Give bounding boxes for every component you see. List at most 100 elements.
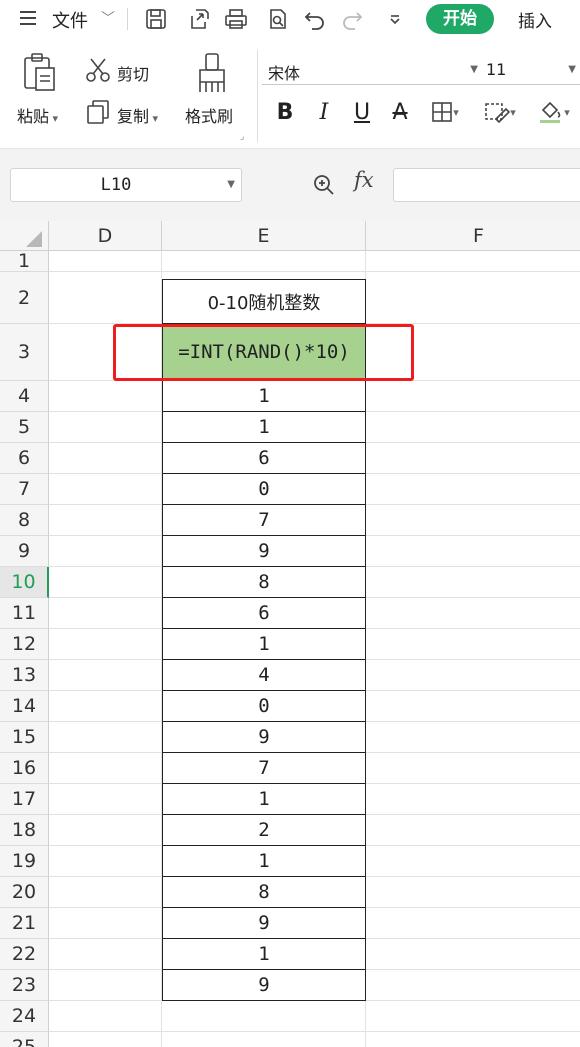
row-header-9[interactable]: 9 xyxy=(0,536,49,567)
row-header-5[interactable]: 5 xyxy=(0,412,49,443)
row-header-2[interactable]: 2 xyxy=(0,272,49,324)
underline-button[interactable]: U xyxy=(350,98,374,126)
table-cell[interactable]: 9 xyxy=(162,536,366,567)
gridline xyxy=(49,271,580,272)
highlight-box xyxy=(113,324,414,381)
strikethrough-button[interactable]: A xyxy=(388,98,412,126)
more-dropdown-icon[interactable] xyxy=(380,4,410,34)
table-cell[interactable]: 4 xyxy=(162,660,366,691)
fx-icon[interactable]: fx xyxy=(354,168,374,192)
fill-color-button[interactable]: ▾ xyxy=(532,98,576,126)
clipboard-group-launcher-icon[interactable]: ⌟ xyxy=(240,132,244,142)
table-cell[interactable]: 0 xyxy=(162,474,366,505)
table-cell[interactable]: 7 xyxy=(162,753,366,784)
row-header-15[interactable]: 15 xyxy=(0,722,49,753)
row-header-1[interactable]: 1 xyxy=(0,250,49,272)
row-header-8[interactable]: 8 xyxy=(0,505,49,536)
table-cell[interactable]: 1 xyxy=(162,629,366,660)
paste-label: 粘贴 xyxy=(17,107,50,126)
cell-e2-header[interactable]: 0-10随机整数 xyxy=(162,279,366,324)
row-header-10[interactable]: 10 xyxy=(0,567,49,598)
row-header-18[interactable]: 18 xyxy=(0,815,49,846)
redo-icon[interactable] xyxy=(337,4,367,34)
bold-button[interactable]: B xyxy=(273,98,297,126)
scissors-icon[interactable] xyxy=(85,57,111,87)
table-cell[interactable]: 8 xyxy=(162,877,366,908)
table-cell[interactable]: 6 xyxy=(162,598,366,629)
row-header-21[interactable]: 21 xyxy=(0,908,49,939)
export-icon[interactable] xyxy=(184,4,214,34)
table-cell[interactable]: 9 xyxy=(162,908,366,939)
table-cell[interactable]: 1 xyxy=(162,412,366,443)
print-preview-icon[interactable] xyxy=(263,4,293,34)
copy-button[interactable]: 复制 ▾ xyxy=(117,103,158,127)
font-name-value: 宋体 xyxy=(268,64,301,83)
table-cell[interactable]: 9 xyxy=(162,970,366,1001)
name-box-value: L10 xyxy=(100,175,132,195)
table-cell[interactable]: 1 xyxy=(162,784,366,815)
table-cell[interactable]: 0 xyxy=(162,691,366,722)
ribbon: 粘贴 ▾ 剪切 复制 ▾ 格式刷 ⌟ 宋体 ▼ 11 ▼ B I U A ▾ ▾… xyxy=(0,40,580,148)
table-cell[interactable]: 1 xyxy=(162,381,366,412)
row-header-17[interactable]: 17 xyxy=(0,784,49,815)
paste-icon[interactable] xyxy=(22,52,58,98)
tab-insert[interactable]: 插入 xyxy=(518,7,552,32)
borders-button[interactable]: ▾ xyxy=(425,98,465,126)
chevron-down-icon: ▾ xyxy=(510,105,516,119)
row-header-6[interactable]: 6 xyxy=(0,443,49,474)
table-cell[interactable]: 8 xyxy=(162,567,366,598)
table-cell[interactable]: 9 xyxy=(162,722,366,753)
column-header-e[interactable]: E xyxy=(162,221,366,251)
tab-start[interactable]: 开始 xyxy=(426,4,494,34)
cell-format-button[interactable]: ▾ xyxy=(478,98,522,126)
table-cell[interactable]: 6 xyxy=(162,443,366,474)
chevron-down-icon[interactable]: ▼ xyxy=(227,179,235,190)
select-all-button[interactable] xyxy=(0,221,49,251)
column-header-f[interactable]: F xyxy=(366,221,580,251)
font-size-value: 11 xyxy=(486,60,507,79)
divider xyxy=(257,50,258,142)
row-header-11[interactable]: 11 xyxy=(0,598,49,629)
table-cell[interactable]: 7 xyxy=(162,505,366,536)
paste-button[interactable]: 粘贴 ▾ xyxy=(17,103,58,127)
italic-button[interactable]: I xyxy=(312,98,336,126)
chevron-down-icon: ▾ xyxy=(453,105,459,119)
formula-input[interactable] xyxy=(393,168,580,202)
row-header-4[interactable]: 4 xyxy=(0,381,49,412)
format-painter-icon[interactable] xyxy=(196,52,228,98)
table-cell[interactable]: 1 xyxy=(162,846,366,877)
row-header-13[interactable]: 13 xyxy=(0,660,49,691)
table-cell[interactable]: 1 xyxy=(162,939,366,970)
spreadsheet-grid: D E F 1 2 3 4 5 6 7 8 9 10 11 12 13 14 1… xyxy=(0,221,580,1047)
row-header-19[interactable]: 19 xyxy=(0,846,49,877)
column-header-d[interactable]: D xyxy=(49,221,162,251)
zoom-icon[interactable] xyxy=(312,173,336,201)
font-name-select[interactable]: 宋体 ▼ xyxy=(262,58,482,85)
copy-icon[interactable] xyxy=(86,99,110,129)
menu-icon[interactable] xyxy=(20,11,36,25)
row-header-3[interactable]: 3 xyxy=(0,324,49,381)
row-header-24[interactable]: 24 xyxy=(0,1001,49,1032)
row-header-12[interactable]: 12 xyxy=(0,629,49,660)
format-painter-button[interactable]: 格式刷 xyxy=(185,103,233,127)
cut-button[interactable]: 剪切 xyxy=(117,61,149,85)
row-header-16[interactable]: 16 xyxy=(0,753,49,784)
row-header-14[interactable]: 14 xyxy=(0,691,49,722)
row-header-20[interactable]: 20 xyxy=(0,877,49,908)
print-icon[interactable] xyxy=(221,4,251,34)
row-header-7[interactable]: 7 xyxy=(0,474,49,505)
table-cell[interactable]: 2 xyxy=(162,815,366,846)
save-icon[interactable] xyxy=(141,4,171,34)
copy-dropdown-icon[interactable]: ▾ xyxy=(149,112,159,125)
row-header-22[interactable]: 22 xyxy=(0,939,49,970)
row-header-23[interactable]: 23 xyxy=(0,970,49,1001)
row-header-25[interactable]: 25 xyxy=(0,1032,49,1047)
select-all-triangle-icon xyxy=(26,231,42,247)
paste-dropdown-icon[interactable]: ▾ xyxy=(49,112,59,125)
chevron-down-icon[interactable]: ﹀ xyxy=(101,8,115,28)
font-size-select[interactable]: 11 ▼ xyxy=(482,58,580,85)
undo-icon[interactable] xyxy=(300,4,330,34)
file-menu[interactable]: 文件 xyxy=(52,7,88,33)
fill-bucket-icon xyxy=(540,101,561,123)
name-box[interactable]: L10 ▼ xyxy=(10,168,242,202)
